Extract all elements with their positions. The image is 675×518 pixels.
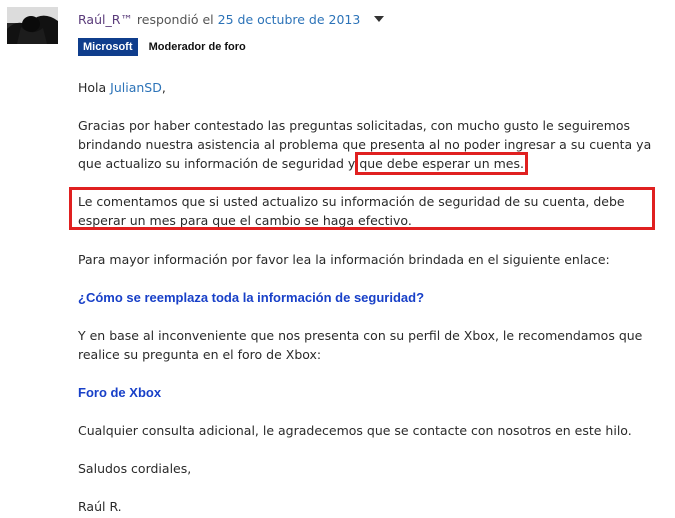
greeting: Hola JulianSD, — [78, 78, 668, 116]
link-paragraph-xbox: Foro de Xbox — [78, 383, 668, 421]
signature: Raúl R. — [78, 499, 122, 514]
greeting-prefix: Hola — [78, 80, 111, 95]
greeting-user-link[interactable]: JulianSD — [110, 80, 162, 95]
author-badges: Microsoft Moderador de foro — [78, 38, 246, 56]
highlight-box — [69, 187, 655, 230]
greeting-suffix: , — [161, 80, 166, 95]
avatar-image — [7, 7, 58, 44]
author-role: Moderador de foro — [148, 41, 246, 53]
replied-label: respondió el — [136, 12, 214, 27]
post-header: Raúl_R™ respondió el 25 de octubre de 20… — [78, 12, 385, 27]
avatar[interactable] — [7, 7, 58, 44]
paragraph-thanks: Gracias por haber contestado las pregunt… — [78, 116, 668, 192]
paragraph-more-info: Para mayor información por favor lea la … — [78, 252, 610, 267]
security-info-link[interactable]: ¿Cómo se reemplaza toda la información d… — [78, 290, 424, 305]
chevron-down-icon[interactable] — [374, 16, 385, 22]
microsoft-badge: Microsoft — [78, 38, 138, 56]
paragraph-regards: Saludos cordiales, — [78, 461, 192, 476]
post-date[interactable]: 25 de octubre de 2013 — [218, 12, 361, 27]
highlighted-wait-text: que debe esperar un mes. — [355, 152, 528, 175]
link-paragraph-security: ¿Cómo se reemplaza toda la información d… — [78, 288, 668, 326]
paragraph-wait-notice: Le comentamos que si usted actualizo su … — [69, 187, 668, 250]
author-name[interactable]: Raúl_R™ — [78, 12, 133, 27]
paragraph-xbox: Y en base al inconveniente que nos prese… — [78, 328, 643, 362]
xbox-forum-link[interactable]: Foro de Xbox — [78, 385, 161, 400]
post-body: Hola JulianSD, Gracias por haber contest… — [69, 78, 668, 516]
paragraph-contact: Cualquier consulta adicional, le agradec… — [78, 423, 632, 438]
